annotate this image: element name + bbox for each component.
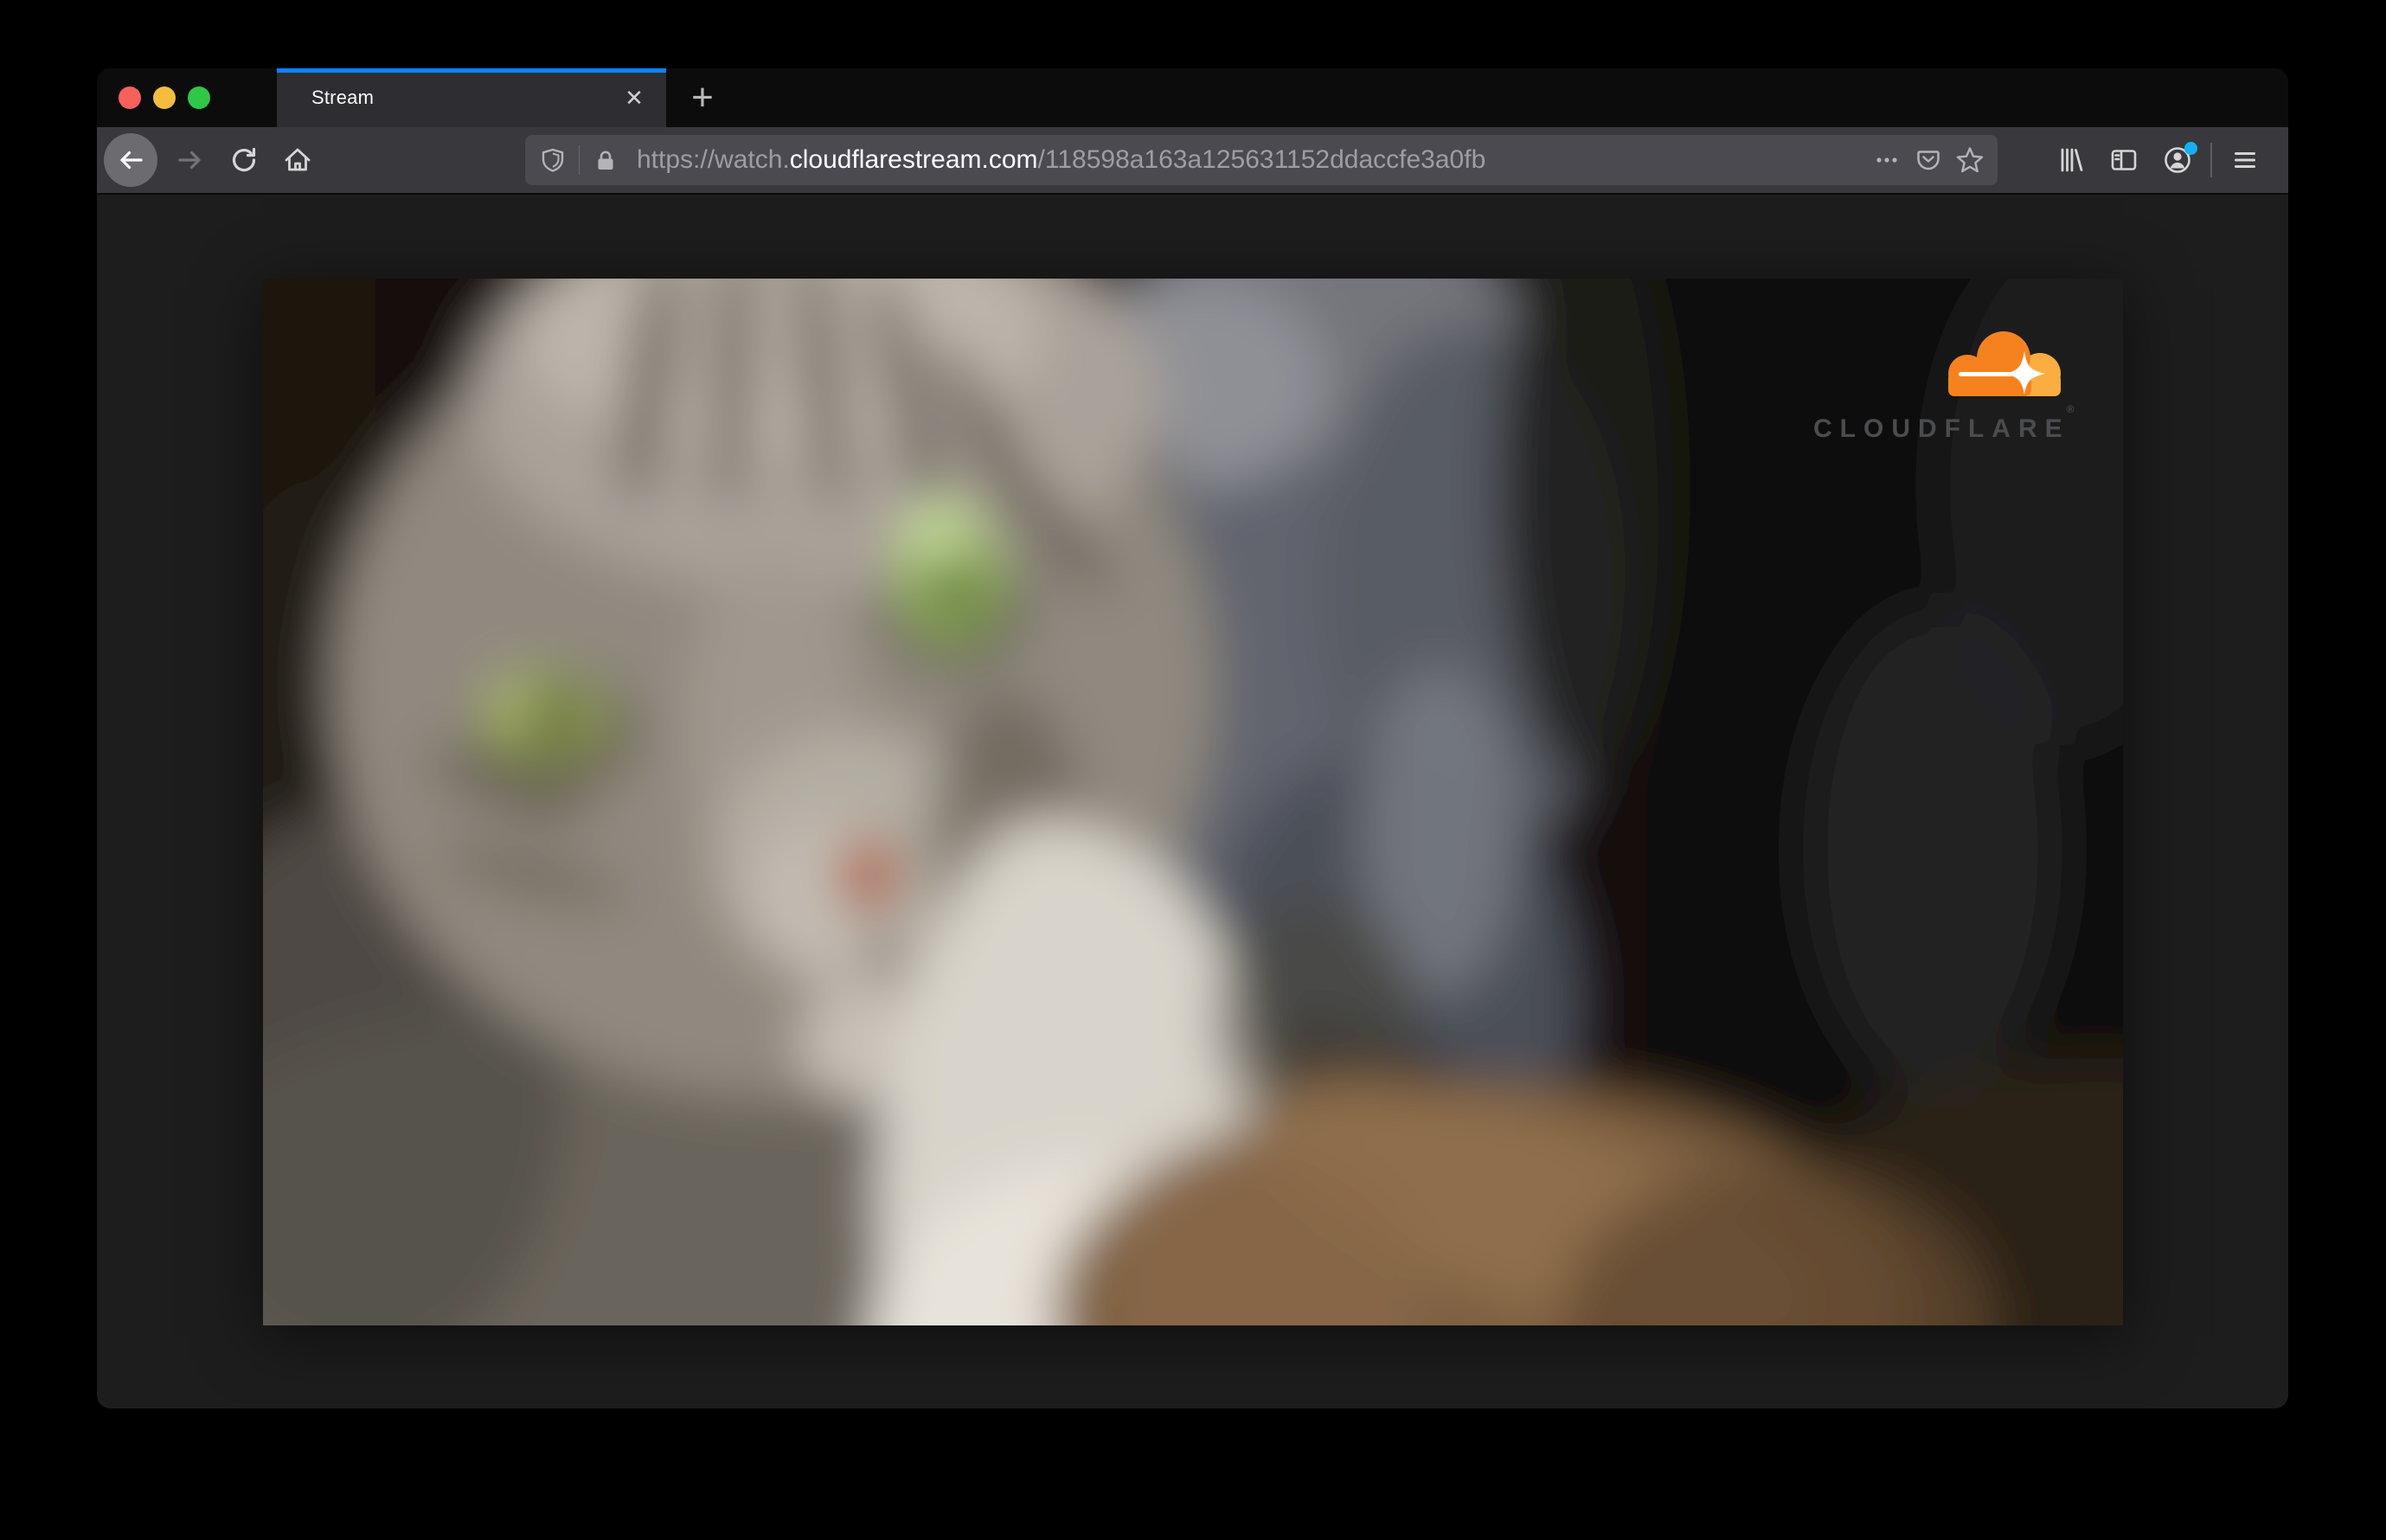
- fullscreen-window-button[interactable]: [188, 87, 210, 109]
- sidebars-icon: [2111, 150, 2137, 170]
- titlebar: Stream ✕ +: [97, 68, 2288, 127]
- back-arrow-icon: [120, 151, 143, 170]
- new-tab-button[interactable]: +: [682, 76, 723, 119]
- url-path: /118598a163a125631152ddaccfe3a0fb: [1037, 145, 1486, 174]
- tab-stream[interactable]: Stream ✕: [277, 68, 666, 127]
- tab-close-icon[interactable]: ✕: [619, 83, 649, 112]
- browser-window: Stream ✕ + https://watch.cloudflarestrea…: [97, 68, 2288, 1408]
- library-icon: [2061, 148, 2083, 172]
- tracking-protection-shield-icon[interactable]: [537, 144, 568, 176]
- hamburger-menu-icon: [2235, 152, 2255, 168]
- tab-title: Stream: [311, 87, 375, 108]
- minimize-window-button[interactable]: [153, 87, 176, 109]
- reload-button[interactable]: [223, 139, 265, 181]
- url-bar[interactable]: https://watch.cloudflarestream.com/11859…: [525, 135, 1998, 185]
- sidebars-button[interactable]: [2103, 139, 2145, 181]
- forward-arrow-icon: [178, 151, 201, 170]
- home-button[interactable]: [277, 139, 318, 181]
- account-notification-dot: [2184, 142, 2197, 155]
- pocket-icon[interactable]: [1913, 144, 1944, 176]
- url-domain: cloudflarestream.com: [789, 145, 1038, 174]
- lock-icon[interactable]: [590, 144, 621, 176]
- menu-button[interactable]: [2224, 139, 2266, 181]
- account-button[interactable]: [2157, 139, 2198, 181]
- active-tab-indicator: [277, 68, 666, 73]
- registered-mark: ®: [2066, 403, 2075, 415]
- forward-button[interactable]: [170, 139, 211, 181]
- library-button[interactable]: [2049, 139, 2091, 181]
- close-window-button[interactable]: [119, 87, 141, 109]
- home-icon: [285, 148, 311, 171]
- cloudflare-logo: CLOUDFLARE®: [1789, 329, 2075, 444]
- cloudflare-cloud-icon: [1947, 331, 2061, 396]
- bookmark-star-icon[interactable]: [1954, 144, 1985, 176]
- reload-icon: [232, 147, 256, 172]
- page-content: CLOUDFLARE®: [97, 279, 2288, 1408]
- page-actions-icon[interactable]: [1871, 144, 1902, 176]
- video-player[interactable]: CLOUDFLARE®: [262, 279, 2123, 1325]
- url-protocol: https://watch.: [637, 145, 790, 174]
- window-controls: [119, 87, 210, 109]
- urlbar-divider: [579, 145, 580, 175]
- navigation-toolbar: https://watch.cloudflarestream.com/11859…: [97, 127, 2288, 195]
- url-text: https://watch.cloudflarestream.com/11859…: [637, 145, 1861, 175]
- toolbar-divider: [2210, 143, 2212, 177]
- back-button[interactable]: [104, 133, 157, 187]
- cloudflare-wordmark: CLOUDFLARE®: [1813, 403, 2075, 443]
